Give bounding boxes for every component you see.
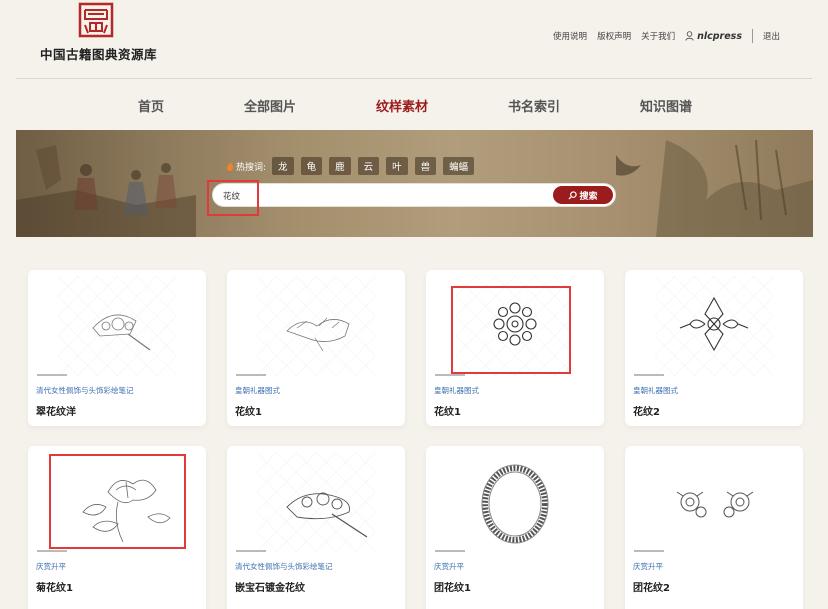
hot-label: 热搜词:	[226, 160, 266, 173]
card-category[interactable]: 庆赏升平	[633, 561, 663, 572]
card-thumbnail	[436, 452, 594, 552]
card-divider	[634, 374, 664, 376]
pattern-card[interactable]: 皇朝礼器图式 花纹2	[625, 270, 803, 426]
card-thumbnail	[237, 452, 395, 552]
hot-keywords: 热搜词: 龙 龟 鹿 云 叶 兽 蝙蝠	[226, 157, 481, 175]
card-title[interactable]: 团花纹2	[633, 579, 670, 594]
card-divider	[37, 374, 67, 376]
highlight-box-card	[49, 454, 186, 549]
hot-tag-bat[interactable]: 蝙蝠	[443, 157, 475, 175]
search-icon	[568, 190, 578, 200]
search-button[interactable]: 搜索	[553, 186, 613, 204]
main-nav: 首页 全部图片 纹样素材 书名索引 知识图谱	[0, 79, 828, 129]
card-category[interactable]: 皇朝礼器图式	[434, 385, 479, 396]
header: 中国古籍图典资源库 使用说明 版权声明 关于我们 nlcpress 退出	[0, 0, 828, 79]
card-divider	[634, 550, 664, 552]
card-title[interactable]: 花纹1	[235, 403, 262, 418]
card-thumbnail	[237, 276, 395, 376]
card-category[interactable]: 庆赏升平	[434, 561, 464, 572]
copyright-link[interactable]: 版权声明	[597, 30, 631, 42]
search-button-label: 搜索	[579, 191, 598, 202]
hot-tag-deer[interactable]: 鹿	[329, 157, 351, 175]
user-icon	[685, 31, 694, 41]
pattern-card[interactable]: 清代女性佩饰与头饰彩绘笔记 翠花纹洋	[28, 270, 206, 426]
hot-tag-beast[interactable]: 兽	[414, 157, 437, 175]
search-input[interactable]	[223, 188, 543, 204]
card-thumbnail	[635, 452, 793, 552]
pattern-card[interactable]: 庆赏升平 团花纹1	[426, 446, 604, 609]
card-thumbnail	[38, 276, 196, 376]
card-divider	[435, 374, 465, 376]
search-box: 搜索	[212, 183, 616, 207]
card-title[interactable]: 花纹1	[434, 403, 461, 418]
card-divider	[236, 374, 266, 376]
seal-logo-icon[interactable]	[78, 2, 114, 38]
divider	[751, 29, 753, 43]
nav-book-index[interactable]: 书名索引	[508, 96, 560, 115]
nav-knowledge-graph[interactable]: 知识图谱	[640, 96, 692, 115]
nav-patterns[interactable]: 纹样素材	[376, 96, 428, 115]
username: nlcpress	[697, 30, 742, 42]
hot-tag-dragon[interactable]: 龙	[272, 157, 294, 175]
about-link[interactable]: 关于我们	[641, 30, 675, 42]
card-divider	[236, 550, 266, 552]
card-divider	[435, 550, 465, 552]
logout-link[interactable]: 退出	[763, 30, 780, 42]
card-category[interactable]: 清代女性佩饰与头饰彩绘笔记	[36, 385, 134, 396]
nav-home[interactable]: 首页	[138, 96, 164, 115]
card-title[interactable]: 翠花纹洋	[36, 403, 76, 418]
fire-icon	[226, 161, 234, 171]
card-category[interactable]: 清代女性佩饰与头饰彩绘笔记	[235, 561, 333, 572]
card-title[interactable]: 花纹2	[633, 403, 660, 418]
card-title[interactable]: 团花纹1	[434, 579, 471, 594]
site-title[interactable]: 中国古籍图典资源库	[40, 44, 157, 63]
highlight-box-search	[207, 180, 259, 216]
pattern-card[interactable]: 庆赏升平 团花纹2	[625, 446, 803, 609]
pattern-card[interactable]: 清代女性佩饰与头饰彩绘笔记 嵌宝石镀金花纹	[227, 446, 405, 609]
help-link[interactable]: 使用说明	[553, 30, 587, 42]
nav-all-images[interactable]: 全部图片	[244, 96, 296, 115]
hot-label-text: 热搜词:	[236, 162, 267, 173]
card-category[interactable]: 皇朝礼器图式	[633, 385, 678, 396]
card-divider	[37, 550, 67, 552]
hot-tag-leaf[interactable]: 叶	[386, 157, 408, 175]
card-title[interactable]: 菊花纹1	[36, 579, 73, 594]
user-menu[interactable]: nlcpress	[685, 31, 742, 42]
hot-tag-turtle[interactable]: 龟	[300, 157, 323, 175]
card-category[interactable]: 庆赏升平	[36, 561, 66, 572]
card-title[interactable]: 嵌宝石镀金花纹	[235, 579, 305, 594]
card-category[interactable]: 皇朝礼器图式	[235, 385, 280, 396]
pattern-card[interactable]: 皇朝礼器图式 花纹1	[227, 270, 405, 426]
highlight-box-card	[451, 286, 571, 374]
top-links: 使用说明 版权声明 关于我们 nlcpress 退出	[543, 29, 780, 43]
card-thumbnail	[635, 276, 793, 376]
hot-tag-cloud[interactable]: 云	[357, 157, 380, 175]
